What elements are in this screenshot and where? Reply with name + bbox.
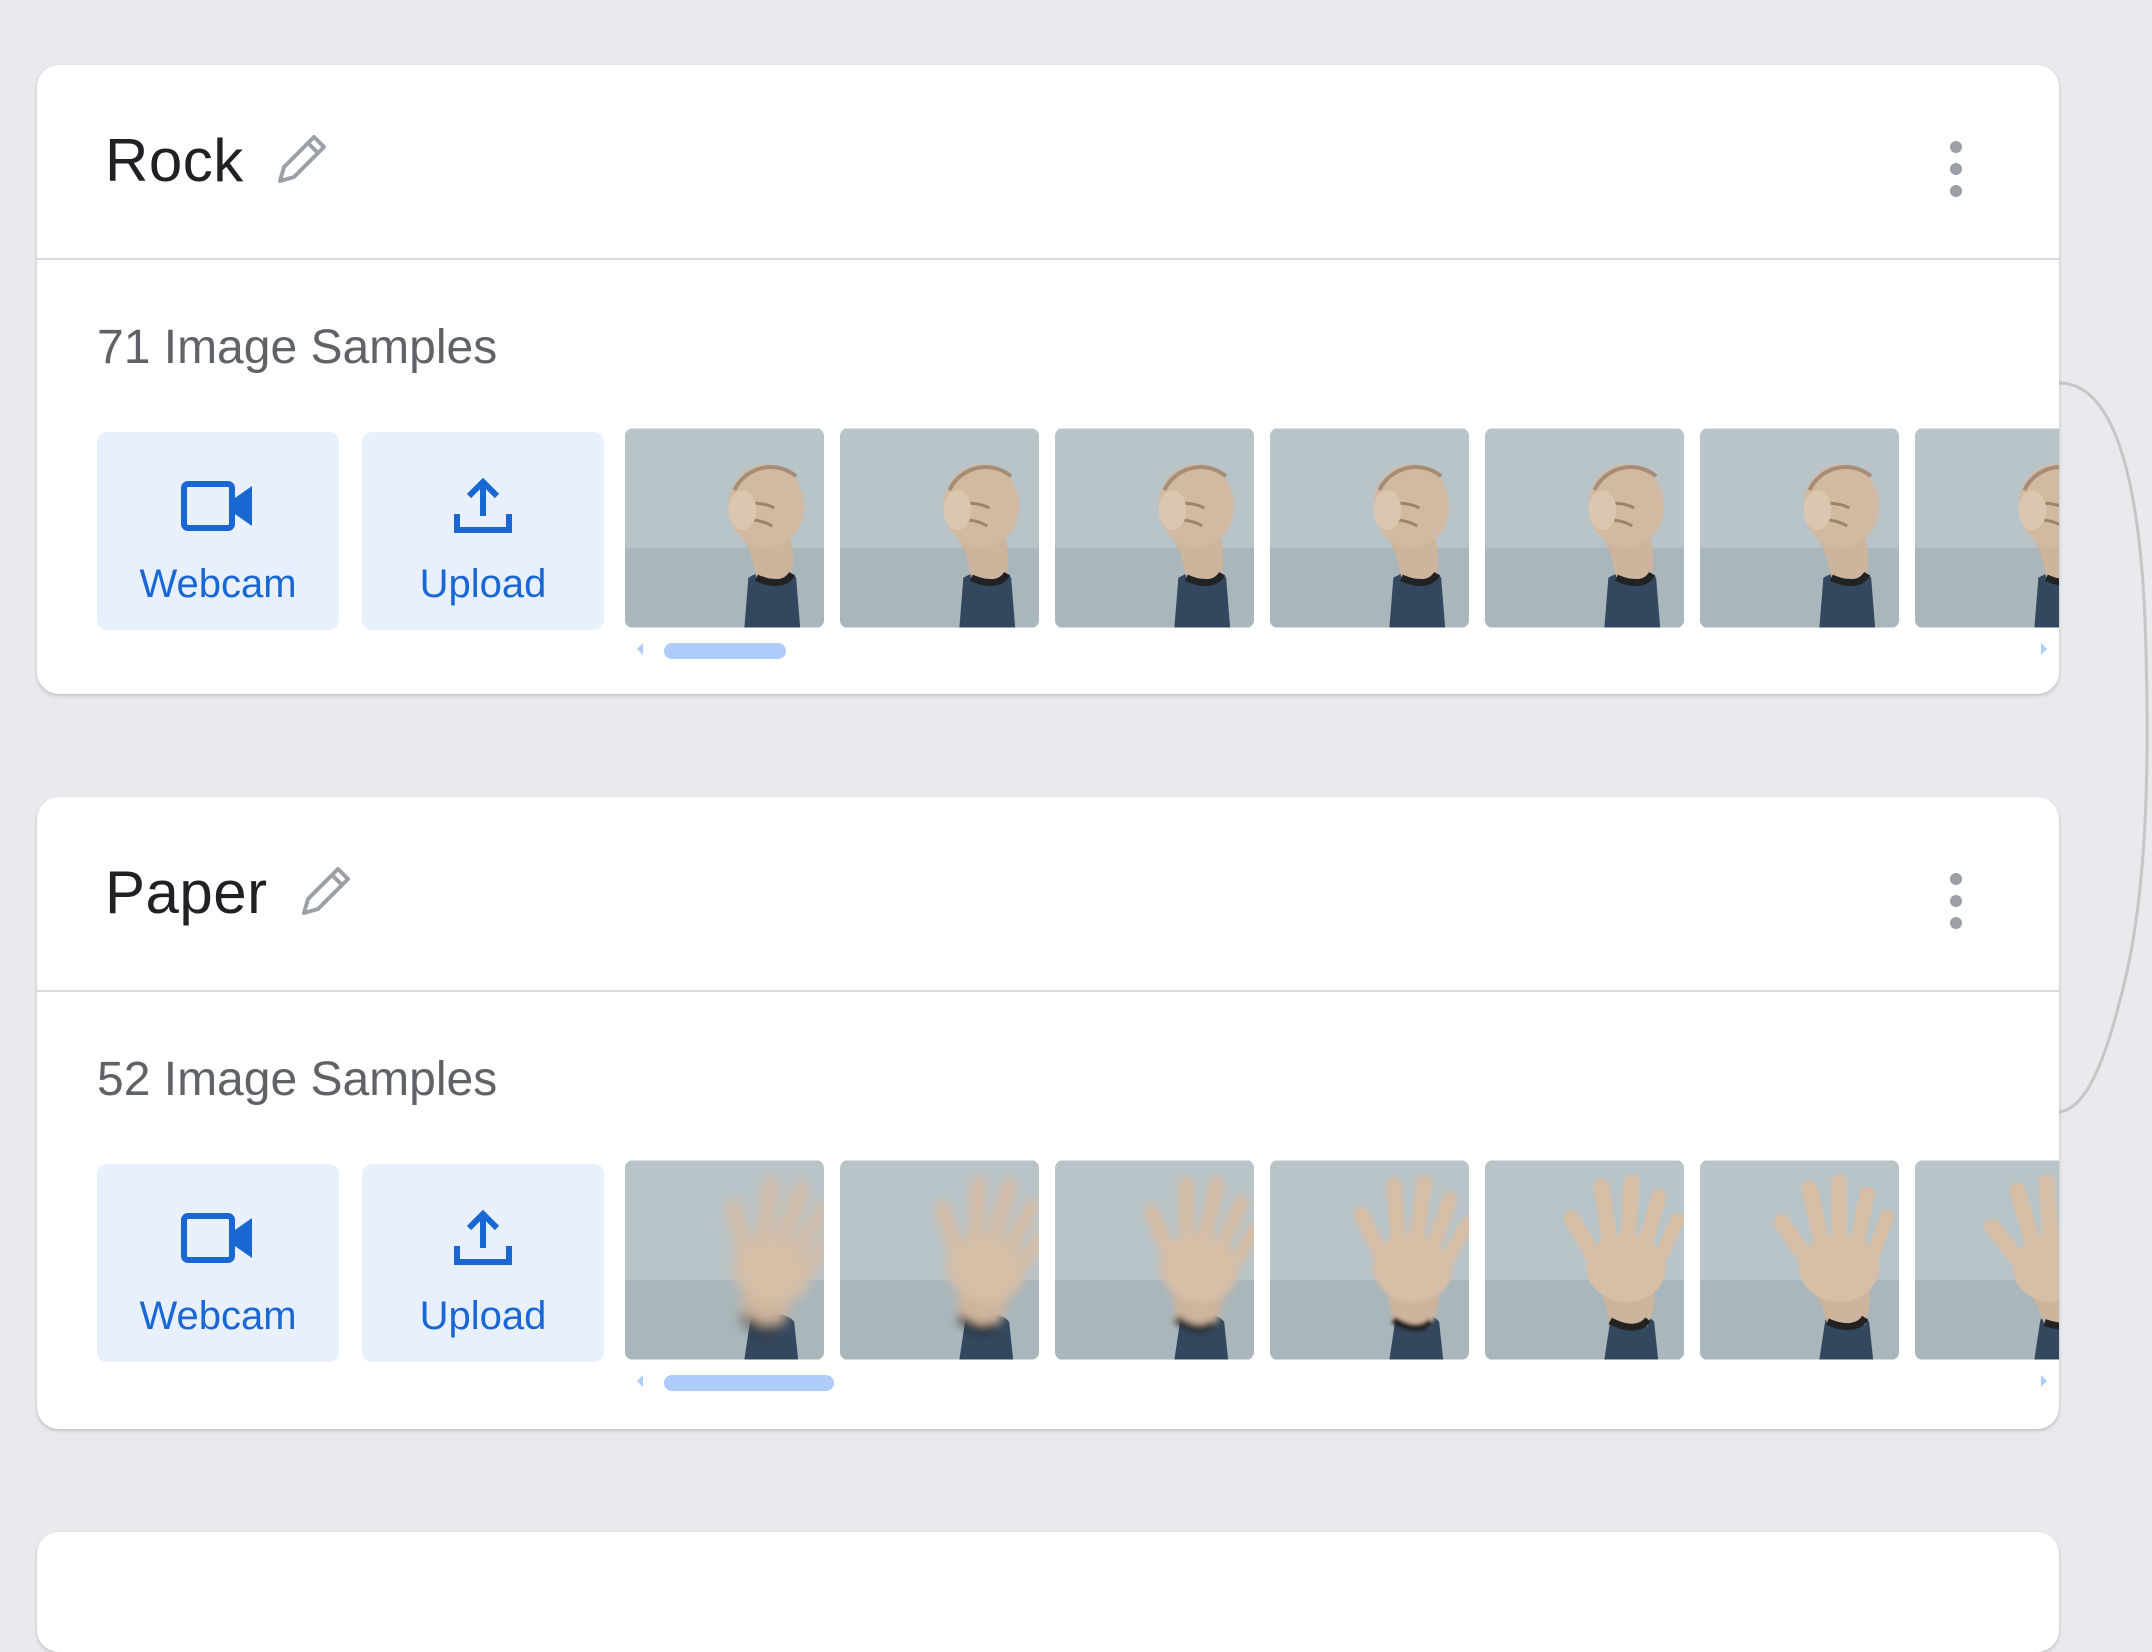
upload-icon [454,1209,512,1265]
videocam-icon [181,481,252,531]
sample-thumbnail[interactable] [625,1160,824,1360]
more-vert-icon[interactable] [1941,137,1971,201]
open-palm-sample-image [1270,1160,1469,1360]
scroll-right-arrow-icon[interactable] [2037,1372,2051,1390]
class-card-paper: Paper 52 Image Samples Webcam Upload [37,797,2059,1429]
webcam-button[interactable]: Webcam [97,1164,339,1362]
class-card-header: Rock [37,65,2059,260]
sample-thumbnail[interactable] [1700,1160,1899,1360]
sample-thumbnail[interactable] [1270,1160,1469,1360]
upload-icon [454,477,512,533]
open-palm-sample-image [625,1160,824,1360]
pencil-icon[interactable] [268,127,334,193]
upload-button-label: Upload [419,1294,547,1338]
webcam-button-label: Webcam [139,562,297,606]
class-name[interactable]: Paper [105,857,268,929]
sample-thumbnail[interactable] [625,428,824,628]
fist-sample-image [1055,428,1254,628]
open-palm-sample-image [1915,1160,2059,1360]
pencil-icon[interactable] [292,859,358,925]
sample-thumbnail-strip[interactable] [625,428,2059,630]
scrollbar-thumb[interactable] [664,1375,834,1391]
thumbnail-scrollbar[interactable] [625,636,2059,662]
sample-thumbnail[interactable] [840,1160,1039,1360]
sample-thumbnail[interactable] [1055,1160,1254,1360]
class-card-body: 71 Image Samples Webcam Upload [37,260,2059,694]
open-palm-sample-image [1055,1160,1254,1360]
sample-thumbnail[interactable] [840,428,1039,628]
fist-sample-image [840,428,1039,628]
webcam-button[interactable]: Webcam [97,432,339,630]
fist-sample-image [1485,428,1684,628]
fist-sample-image [625,428,824,628]
sample-thumbnail[interactable] [1270,428,1469,628]
samples-count: 71 Image Samples [97,321,498,374]
fist-sample-image [1700,428,1899,628]
thumbnail-scrollbar[interactable] [625,1368,2059,1394]
sample-thumbnail[interactable] [1485,428,1684,628]
open-palm-sample-image [840,1160,1039,1360]
sample-thumbnail[interactable] [1915,1160,2059,1360]
scroll-right-arrow-icon[interactable] [2037,640,2051,658]
sample-thumbnail[interactable] [1485,1160,1684,1360]
scroll-left-arrow-icon[interactable] [633,640,647,658]
sample-thumbnail[interactable] [1700,428,1899,628]
open-palm-sample-image [1700,1160,1899,1360]
samples-count: 52 Image Samples [97,1053,498,1106]
scrollbar-thumb[interactable] [664,643,786,659]
sample-thumbnail[interactable] [1055,428,1254,628]
class-card-rock: Rock 71 Image Samples Webcam Upload [37,65,2059,694]
webcam-button-label: Webcam [139,1294,297,1338]
videocam-icon [181,1213,252,1263]
class-name[interactable]: Rock [105,125,244,197]
upload-button[interactable]: Upload [362,432,604,630]
upload-button[interactable]: Upload [362,1164,604,1362]
open-palm-sample-image [1485,1160,1684,1360]
fist-sample-image [1915,428,2059,628]
class-card-partial [37,1532,2059,1652]
sample-thumbnail[interactable] [1915,428,2059,628]
fist-sample-image [1270,428,1469,628]
upload-button-label: Upload [419,562,547,606]
class-card-header: Paper [37,797,2059,992]
more-vert-icon[interactable] [1941,869,1971,933]
sample-thumbnail-strip[interactable] [625,1160,2059,1362]
scroll-left-arrow-icon[interactable] [633,1372,647,1390]
class-card-body: 52 Image Samples Webcam Upload [37,992,2059,1426]
